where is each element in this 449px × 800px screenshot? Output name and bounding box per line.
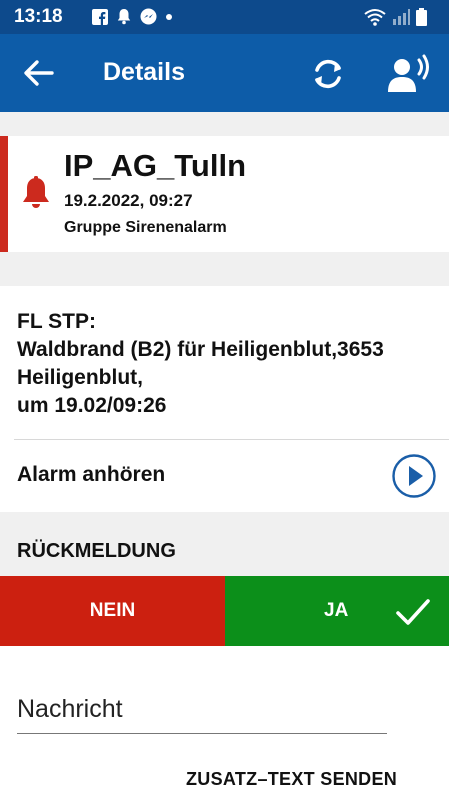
section-spacer — [0, 112, 449, 136]
notification-bell-icon — [117, 9, 131, 25]
status-time: 13:18 — [14, 6, 63, 27]
page-title: Details — [103, 58, 185, 86]
play-icon[interactable] — [391, 453, 437, 499]
refresh-icon[interactable] — [308, 54, 348, 94]
section-spacer — [0, 252, 449, 286]
yes-button-label: JA — [324, 600, 349, 621]
status-bar: 13:18 — [0, 0, 449, 34]
message-line: Waldbrand (B2) für Heiligenblut,3653 — [17, 338, 384, 361]
speaker-person-icon[interactable] — [386, 54, 432, 94]
alarm-name: IP_AG_Tulln — [64, 148, 247, 183]
message-input[interactable] — [17, 692, 387, 734]
alarm-card: IP_AG_Tulln 19.2.2022, 09:27 Gruppe Sire… — [0, 136, 449, 252]
status-left-icons — [92, 8, 173, 25]
battery-icon — [416, 8, 427, 26]
wifi-icon — [364, 9, 386, 26]
alarm-message: FL STP: Waldbrand (B2) für Heiligenblut,… — [17, 308, 437, 420]
back-arrow-icon[interactable] — [22, 58, 54, 88]
listen-alarm-row[interactable]: Alarm anhören — [0, 440, 449, 512]
alarm-group: Gruppe Sirenenalarm — [64, 219, 227, 236]
message-line: um 19.02/09:26 — [17, 394, 167, 417]
status-right-icons — [364, 8, 427, 26]
yes-button[interactable]: JA — [225, 576, 449, 646]
alarm-datetime: 19.2.2022, 09:27 — [64, 191, 193, 210]
checkmark-icon — [396, 599, 430, 625]
feedback-header: RÜCKMELDUNG — [0, 512, 449, 576]
feedback-heading: RÜCKMELDUNG — [17, 540, 176, 562]
no-button[interactable]: NEIN — [0, 576, 225, 646]
alarm-accent-stripe — [0, 136, 8, 252]
alarm-bell-icon — [23, 176, 49, 208]
listen-alarm-label: Alarm anhören — [17, 463, 166, 486]
message-line: FL STP: — [17, 310, 96, 333]
dot-icon — [166, 13, 172, 20]
facebook-icon — [92, 8, 108, 25]
send-extra-text-button[interactable]: ZUSATZ–TEXT SENDEN — [186, 769, 397, 790]
messenger-icon — [140, 8, 157, 25]
message-line: Heiligenblut, — [17, 366, 143, 389]
no-button-label: NEIN — [89, 600, 136, 621]
app-bar: Details — [0, 34, 449, 112]
signal-icon — [393, 9, 410, 25]
